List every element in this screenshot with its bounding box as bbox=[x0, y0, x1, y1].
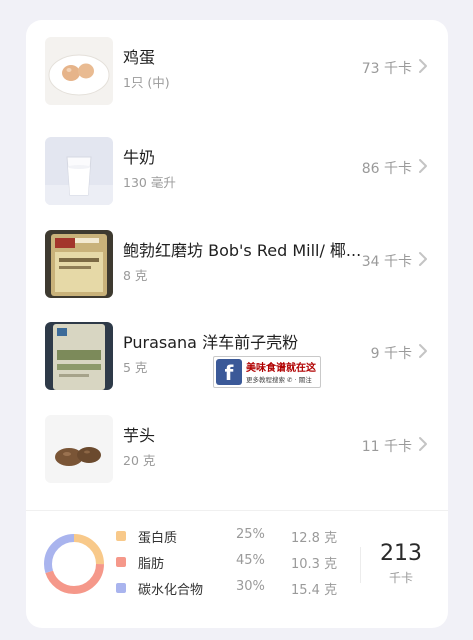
food-calories: 73 千卡 bbox=[361, 61, 412, 77]
legend-label: 碳水化合物 bbox=[138, 583, 204, 598]
legend-swatch bbox=[116, 531, 126, 541]
summary-divider bbox=[360, 547, 361, 583]
food-amount: 1只 (中) bbox=[123, 75, 170, 90]
food-amount: 5 克 bbox=[123, 360, 148, 375]
legend-percent: 25% bbox=[236, 527, 265, 542]
food-name: 芋头 bbox=[123, 426, 156, 445]
food-item-egg[interactable]: 鸡蛋 1只 (中) 73 千卡 bbox=[26, 20, 448, 112]
facebook-logo-icon: f bbox=[216, 359, 242, 385]
food-calories: 9 千卡 bbox=[370, 346, 412, 362]
watermark-title: 美味食谱就在这 bbox=[246, 363, 316, 374]
total-calories-unit: 千卡 bbox=[388, 571, 413, 585]
food-name: Purasana 洋车前子壳粉 bbox=[123, 333, 299, 352]
bobs-red-mill-package-image bbox=[45, 230, 113, 298]
food-item-taro[interactable]: 芋头 20 克 11 千卡 bbox=[26, 398, 448, 490]
legend-grams: 12.8 克 bbox=[291, 531, 338, 546]
food-amount: 8 克 bbox=[123, 268, 148, 283]
legend-percent: 45% bbox=[236, 553, 265, 568]
chevron-right-icon bbox=[419, 344, 427, 358]
food-list-card: 鸡蛋 1只 (中) 73 千卡 牛奶 130 毫升 86 千卡 鲍勃红磨坊 Bo… bbox=[26, 20, 448, 628]
legend-swatch bbox=[116, 557, 126, 567]
egg-image bbox=[45, 37, 113, 105]
chevron-right-icon bbox=[419, 252, 427, 266]
legend-swatch bbox=[116, 583, 126, 593]
nutrition-summary: 蛋白质 25% 12.8 克 脂肪 45% 10.3 克 碳水化合物 30% 1… bbox=[26, 510, 448, 628]
watermark-badge: f 美味食谱就在这 更多教程搜索 ✆ · 關注 bbox=[213, 356, 321, 388]
food-calories: 86 千卡 bbox=[361, 161, 412, 177]
total-calories-value: 213 bbox=[380, 541, 422, 566]
chevron-right-icon bbox=[419, 437, 427, 451]
macro-donut-chart bbox=[44, 534, 104, 594]
food-name: 鸡蛋 bbox=[123, 48, 156, 67]
food-calories: 11 千卡 bbox=[361, 439, 412, 455]
legend-percent: 30% bbox=[236, 579, 265, 594]
food-calories: 34 千卡 bbox=[361, 254, 412, 270]
food-item-milk[interactable]: 牛奶 130 毫升 86 千卡 bbox=[26, 120, 448, 212]
watermark-subtitle: 更多教程搜索 ✆ · 關注 bbox=[246, 376, 312, 384]
chevron-right-icon bbox=[419, 159, 427, 173]
legend-label: 蛋白质 bbox=[138, 531, 178, 546]
chevron-right-icon bbox=[419, 59, 427, 73]
legend-grams: 15.4 克 bbox=[291, 583, 338, 598]
legend-grams: 10.3 克 bbox=[291, 557, 338, 572]
psyllium-package-image bbox=[45, 322, 113, 390]
food-amount: 130 毫升 bbox=[123, 175, 176, 190]
food-name: 牛奶 bbox=[123, 148, 156, 167]
food-item-bobs-red-mill[interactable]: 鲍勃红磨坊 Bob's Red Mill/ 椰... 8 克 34 千卡 bbox=[26, 213, 448, 305]
food-amount: 20 克 bbox=[123, 453, 156, 468]
milk-image bbox=[45, 137, 113, 205]
taro-image bbox=[45, 415, 113, 483]
legend-label: 脂肪 bbox=[138, 557, 165, 572]
food-name: 鲍勃红磨坊 Bob's Red Mill/ 椰... bbox=[123, 241, 362, 260]
